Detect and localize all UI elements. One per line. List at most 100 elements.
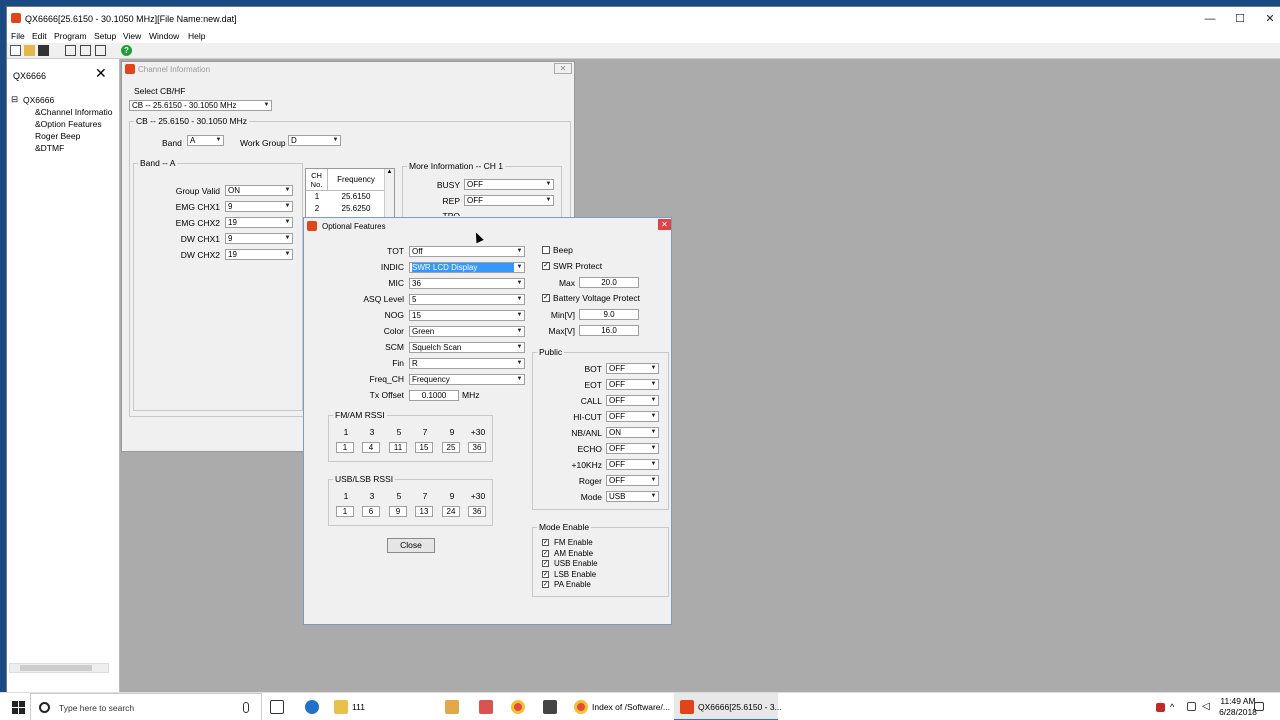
public-dropdown[interactable]: OFF ▼ bbox=[606, 475, 659, 486]
public-dropdown[interactable]: USB ▼ bbox=[606, 491, 659, 502]
tree-item-roger-beep[interactable]: Roger Beep bbox=[35, 131, 80, 141]
tx-offset-input[interactable]: 0.1000 bbox=[409, 390, 459, 401]
edge-button[interactable] bbox=[300, 693, 324, 720]
dw-chx2-dropdown[interactable]: 19 ▼ bbox=[225, 249, 293, 260]
tree-item-option-features[interactable]: &Option Features bbox=[35, 119, 102, 129]
select-cbhf-dropdown[interactable]: CB -- 25.6150 - 30.1050 MHz ▼ bbox=[129, 100, 272, 111]
new-file-icon[interactable] bbox=[10, 45, 21, 56]
beep-checkbox[interactable] bbox=[542, 246, 550, 254]
mode-checkbox[interactable]: ✓ bbox=[542, 539, 549, 546]
microphone-icon[interactable] bbox=[243, 702, 249, 713]
write-radio-icon[interactable] bbox=[80, 45, 91, 56]
max-v-input[interactable]: 16.0 bbox=[579, 325, 639, 336]
mic-dropdown[interactable]: 36 ▼ bbox=[409, 278, 525, 289]
read-radio-icon[interactable] bbox=[65, 45, 76, 56]
mode-checkbox[interactable]: ✓ bbox=[542, 581, 549, 589]
menu-file[interactable]: File bbox=[11, 31, 25, 41]
chrome-button[interactable] bbox=[506, 693, 530, 720]
battery-protect-checkbox[interactable]: ✓ bbox=[542, 294, 550, 302]
swr-max-input[interactable]: 20.0 bbox=[579, 277, 639, 288]
table-row-freq[interactable]: 25.6250 bbox=[328, 204, 384, 215]
nog-dropdown[interactable]: 15 ▼ bbox=[409, 310, 525, 321]
indic-dropdown[interactable]: SWR LCD Display ▼ bbox=[409, 262, 525, 273]
emg-chx1-dropdown[interactable]: 9 ▼ bbox=[225, 201, 293, 212]
tree-expand-icon[interactable]: ⊟ bbox=[11, 94, 18, 105]
table-row-ch[interactable]: 1 bbox=[306, 192, 328, 203]
table-scrollbar[interactable]: ▲ bbox=[384, 169, 394, 219]
tree-hscrollbar[interactable] bbox=[9, 663, 109, 673]
swr-protect-checkbox[interactable]: ✓ bbox=[542, 262, 550, 270]
paint-button[interactable] bbox=[474, 693, 498, 720]
tot-dropdown[interactable]: Off ▼ bbox=[409, 246, 525, 257]
rssi-input[interactable]: 15 bbox=[415, 442, 433, 453]
public-dropdown[interactable]: OFF ▼ bbox=[606, 443, 659, 454]
rssi-input[interactable]: 9 bbox=[389, 506, 407, 517]
menu-help[interactable]: Help bbox=[188, 31, 205, 41]
rssi-input[interactable]: 1 bbox=[336, 506, 354, 517]
tree-close-icon[interactable]: ✕ bbox=[95, 65, 107, 82]
tree-root[interactable]: QX6666 bbox=[23, 95, 54, 105]
rssi-input[interactable]: 36 bbox=[468, 442, 486, 453]
mode-checkbox[interactable]: ✓ bbox=[542, 560, 549, 568]
rssi-input[interactable]: 11 bbox=[389, 442, 407, 453]
radio-settings-icon[interactable] bbox=[95, 45, 106, 56]
notifications-icon[interactable] bbox=[1252, 693, 1266, 720]
menu-program[interactable]: Program bbox=[54, 31, 87, 41]
scroll-thumb[interactable] bbox=[20, 665, 92, 671]
close-button[interactable]: Close bbox=[387, 538, 435, 553]
table-row-ch[interactable]: 2 bbox=[306, 204, 328, 215]
public-dropdown[interactable]: OFF ▼ bbox=[606, 363, 659, 374]
network-icon[interactable] bbox=[1186, 693, 1198, 720]
group-valid-dropdown[interactable]: ON ▼ bbox=[225, 185, 293, 196]
qx6666-task[interactable]: QX6666[25.6150 - 3... bbox=[674, 693, 782, 720]
help-icon[interactable]: ? bbox=[121, 45, 132, 56]
tree-item-dtmf[interactable]: &DTMF bbox=[35, 143, 64, 153]
menu-edit[interactable]: Edit bbox=[32, 31, 47, 41]
public-dropdown[interactable]: OFF ▼ bbox=[606, 459, 659, 470]
volume-icon[interactable]: ◁ bbox=[1202, 693, 1214, 720]
min-v-input[interactable]: 9.0 bbox=[579, 309, 639, 320]
mode-checkbox[interactable]: ✓ bbox=[542, 570, 549, 578]
channel-info-close-button[interactable]: ✕ bbox=[554, 63, 572, 74]
open-folder-icon[interactable] bbox=[24, 45, 35, 56]
table-row-freq[interactable]: 25.6150 bbox=[328, 192, 384, 203]
rssi-input[interactable]: 24 bbox=[442, 506, 460, 517]
rssi-input[interactable]: 13 bbox=[415, 506, 433, 517]
mode-checkbox[interactable]: ✓ bbox=[542, 549, 549, 557]
dw-chx1-dropdown[interactable]: 9 ▼ bbox=[225, 233, 293, 244]
close-app-button[interactable]: ✕ bbox=[1255, 11, 1280, 27]
chrome-task[interactable]: Index of /Software/... bbox=[570, 693, 670, 720]
public-dropdown[interactable]: OFF ▼ bbox=[606, 395, 659, 406]
rssi-input[interactable]: 36 bbox=[468, 506, 486, 517]
band-dropdown[interactable]: A ▼ bbox=[187, 135, 224, 146]
menu-view[interactable]: View bbox=[123, 31, 141, 41]
optional-features-close-button[interactable]: ✕ bbox=[658, 219, 671, 230]
rssi-input[interactable]: 6 bbox=[362, 506, 380, 517]
tray-icon-red[interactable] bbox=[1156, 693, 1166, 720]
sticky-notes-button[interactable] bbox=[440, 693, 464, 720]
work-group-dropdown[interactable]: D ▼ bbox=[288, 135, 341, 146]
tree-item-channel-info[interactable]: &Channel Informatio bbox=[35, 107, 113, 117]
public-dropdown[interactable]: OFF ▼ bbox=[606, 379, 659, 390]
emg-chx2-dropdown[interactable]: 19 ▼ bbox=[225, 217, 293, 228]
fin-dropdown[interactable]: R ▼ bbox=[409, 358, 525, 369]
explorer-task[interactable]: 111 bbox=[330, 693, 380, 720]
rssi-input[interactable]: 1 bbox=[336, 442, 354, 453]
busy-dropdown[interactable]: OFF ▼ bbox=[464, 179, 554, 190]
maximize-button[interactable]: ☐ bbox=[1225, 11, 1255, 27]
calculator-button[interactable] bbox=[538, 693, 562, 720]
rep-dropdown[interactable]: OFF ▼ bbox=[464, 195, 554, 206]
scm-dropdown[interactable]: Squelch Scan ▼ bbox=[409, 342, 525, 353]
public-dropdown[interactable]: ON ▼ bbox=[606, 427, 659, 438]
save-icon[interactable] bbox=[38, 45, 49, 56]
menu-window[interactable]: Window bbox=[149, 31, 179, 41]
rssi-input[interactable]: 4 bbox=[362, 442, 380, 453]
public-dropdown[interactable]: OFF ▼ bbox=[606, 411, 659, 422]
asq-level-dropdown[interactable]: 5 ▼ bbox=[409, 294, 525, 305]
search-box[interactable]: Type here to search bbox=[30, 693, 262, 720]
rssi-input[interactable]: 25 bbox=[442, 442, 460, 453]
color-dropdown[interactable]: Green ▼ bbox=[409, 326, 525, 337]
menu-setup[interactable]: Setup bbox=[94, 31, 116, 41]
tray-chevron-icon[interactable]: ^ bbox=[1170, 693, 1182, 720]
start-button[interactable] bbox=[8, 693, 30, 720]
